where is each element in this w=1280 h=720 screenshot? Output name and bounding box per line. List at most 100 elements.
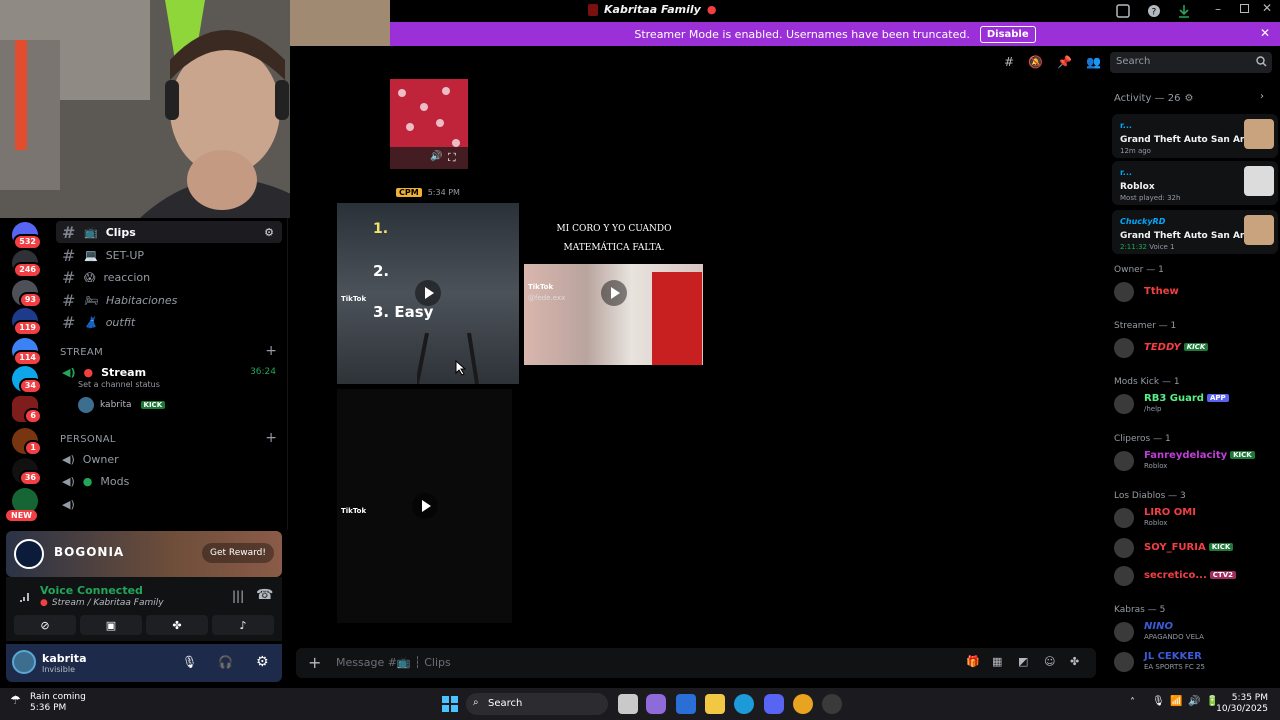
noise-suppression-icon[interactable]: ||| — [232, 589, 244, 603]
member-item[interactable]: Tthew — [1112, 280, 1272, 304]
fullscreen-icon[interactable]: ⛶ — [448, 151, 456, 165]
server-icon-1[interactable]: 532 — [12, 222, 42, 250]
server-icon-2[interactable]: 246 — [12, 250, 42, 278]
gif-icon[interactable]: ▦ — [992, 655, 1002, 668]
gift-icon[interactable]: 🎁 — [966, 655, 980, 668]
activity-button[interactable]: ✤ — [146, 615, 208, 635]
message-composer[interactable]: + Message #📺 ┆ Clips 🎁 ▦ ◩ ☺ ✤ — [296, 648, 1096, 678]
apps-icon[interactable]: ✤ — [1070, 655, 1079, 668]
channel-outfit[interactable]: # 👗 outfit — [56, 311, 282, 333]
chrome-icon[interactable] — [793, 694, 813, 714]
server-icon-3[interactable]: 93 — [12, 280, 42, 308]
file-explorer-icon[interactable] — [705, 694, 725, 714]
start-icon[interactable] — [440, 694, 460, 714]
member-list-icon[interactable]: 👥 — [1086, 55, 1101, 69]
voice-location[interactable]: ● Stream / Kabritaa Family — [40, 598, 164, 608]
chevron-right-icon[interactable]: › — [1260, 91, 1264, 102]
activity-card[interactable]: ChuckyRD Grand Theft Auto San Andr... 2:… — [1112, 210, 1278, 254]
tiktok-video-2[interactable]: MI CORO Y YO CUANDO MATEMÁTICA FALTA. Ti… — [524, 203, 703, 384]
avatar — [1114, 338, 1134, 358]
add-channel-icon[interactable]: + — [265, 430, 277, 446]
soundboard-button[interactable]: ♪ — [212, 615, 274, 635]
close-banner-icon[interactable]: ✕ — [1260, 26, 1270, 40]
taskbar-search[interactable]: ⌕ Search — [466, 693, 608, 715]
play-button[interactable] — [412, 493, 438, 519]
emoji-icon[interactable]: ☺ — [1044, 655, 1055, 668]
server-icon-8[interactable]: 1 — [12, 428, 42, 456]
taskbar: Rain coming 5:36 PM ☂ ⌕ Search ˄ 🎙 📶 🔊 🔋… — [0, 688, 1280, 720]
help-icon[interactable]: ? — [1147, 4, 1161, 18]
member-item[interactable]: SOY_FURIA KICK — [1112, 536, 1272, 560]
clock[interactable]: 5:35 PM 10/30/2025 — [1216, 693, 1268, 715]
tiktok-video-3[interactable]: TikTok — [337, 389, 512, 623]
server-icon-4[interactable]: 119 — [12, 308, 42, 336]
member-item[interactable]: JL CEKKER EA SPORTS FC 25 — [1112, 650, 1272, 674]
category-stream[interactable]: STREAM — [60, 347, 103, 358]
channel-habitaciones[interactable]: # 🛏 Habitaciones — [56, 289, 282, 311]
copilot-icon[interactable] — [646, 694, 666, 714]
user-panel[interactable]: kabrita Invisible 🎙 🎧 ⚙ — [6, 644, 282, 682]
member-item[interactable]: LIRO OMI Roblox — [1112, 506, 1272, 530]
edge-icon[interactable] — [734, 694, 754, 714]
member-item[interactable]: Fanreydelacity KICK Roblox — [1112, 449, 1272, 473]
maximize-icon[interactable] — [1240, 4, 1249, 13]
speaker-icon: ◀) — [62, 365, 76, 379]
activity-card[interactable]: r... Roblox Most played: 32h — [1112, 161, 1278, 205]
server-icon-5[interactable]: 114 — [12, 338, 42, 366]
channel-mods[interactable]: ◀) ● Mods — [56, 470, 282, 492]
member-item[interactable]: RB3 Guard APP /help — [1112, 392, 1272, 416]
get-reward-button[interactable]: Get Reward! — [201, 543, 274, 563]
inbox-icon[interactable] — [1116, 4, 1130, 18]
previous-video-thumb[interactable]: 🔊 ⛶ — [390, 79, 468, 169]
channel-clips[interactable]: # 📺 Clips ⚙ — [56, 221, 282, 243]
volume-icon[interactable]: 🔊 — [430, 151, 442, 162]
task-view-icon[interactable] — [618, 694, 638, 714]
search-input[interactable]: Search — [1110, 52, 1272, 73]
server-icon-6[interactable]: 34 — [12, 366, 42, 394]
channel-setup[interactable]: # 💻 SET-UP — [56, 244, 282, 266]
channel-reaccion[interactable]: # 😱 reaccion — [56, 266, 282, 288]
close-icon[interactable]: ✕ — [1262, 1, 1272, 15]
camera-button[interactable]: ⊘ — [14, 615, 76, 635]
stream-user[interactable]: kabrita KICK — [78, 397, 166, 413]
settings-icon[interactable]: ⚙ — [264, 226, 274, 239]
microphone-icon[interactable]: 🎙 — [1152, 696, 1165, 707]
user-settings-icon[interactable]: ⚙ — [256, 654, 269, 670]
download-icon[interactable] — [1177, 4, 1191, 18]
notifications-icon[interactable]: 🔕 — [1028, 55, 1043, 69]
avatar — [1114, 566, 1134, 586]
disconnect-icon[interactable]: ☎ — [256, 587, 273, 603]
volume-icon[interactable]: 🔊 — [1188, 696, 1200, 707]
sticker-icon[interactable]: ◩ — [1018, 655, 1028, 668]
app-icon[interactable] — [822, 694, 842, 714]
minimize-icon[interactable]: – — [1215, 2, 1221, 16]
channel-owner[interactable]: ◀) Owner — [56, 448, 282, 470]
play-button[interactable] — [415, 280, 441, 306]
server-icon-9[interactable]: 36 — [12, 458, 42, 486]
disable-button[interactable]: Disable — [979, 25, 1036, 43]
mail-icon[interactable] — [676, 694, 696, 714]
member-item[interactable]: NINO APAGANDO VELA — [1112, 620, 1272, 644]
chevron-up-icon[interactable]: ˄ — [1130, 697, 1135, 708]
headphones-icon[interactable]: 🎧 — [218, 655, 233, 669]
attach-icon[interactable]: + — [308, 653, 321, 672]
member-item[interactable]: TEDDY KICK — [1112, 336, 1272, 360]
discord-icon[interactable] — [764, 694, 784, 714]
settings-icon[interactable]: ⚙ — [1184, 93, 1193, 104]
signal-icon[interactable] — [18, 589, 32, 603]
category-personal[interactable]: PERSONAL — [60, 434, 116, 445]
member-item[interactable]: secretico... CTV2 — [1112, 564, 1272, 588]
activity-card[interactable]: r... Grand Theft Auto San Andr... 12m ag… — [1112, 114, 1278, 158]
pin-icon[interactable]: 📌 — [1057, 55, 1072, 69]
add-channel-icon[interactable]: + — [265, 343, 277, 359]
weather-widget[interactable]: Rain coming 5:36 PM ☂ — [10, 692, 86, 714]
threads-icon[interactable]: # — [1004, 55, 1014, 69]
channel-status[interactable]: Set a channel status — [78, 380, 160, 389]
channel-personal-3[interactable]: ◀) — [56, 493, 282, 515]
server-icon-7[interactable]: 6 — [12, 396, 42, 424]
microphone-icon[interactable]: 🎙 — [182, 655, 197, 669]
tiktok-video-1[interactable]: 1. 2. 3. Easy TikTok — [337, 203, 519, 384]
screen-share-button[interactable]: ▣ — [80, 615, 142, 635]
play-button[interactable] — [601, 280, 627, 306]
wifi-icon[interactable]: 📶 — [1170, 696, 1182, 707]
